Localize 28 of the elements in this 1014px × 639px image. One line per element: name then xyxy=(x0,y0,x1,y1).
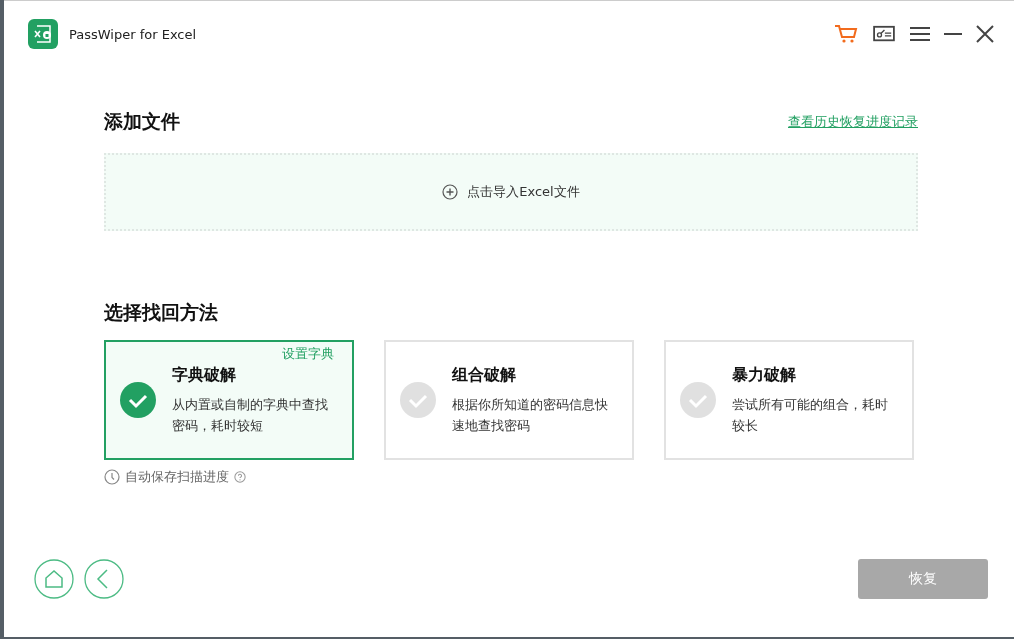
check-circle-icon xyxy=(400,382,436,418)
help-icon[interactable] xyxy=(234,471,246,483)
close-icon[interactable] xyxy=(976,25,994,43)
import-label: 点击导入Excel文件 xyxy=(467,183,580,201)
method-title: 字典破解 xyxy=(172,364,237,386)
minimize-icon[interactable] xyxy=(944,32,962,36)
check-circle-icon xyxy=(680,382,716,418)
cart-icon[interactable] xyxy=(834,24,858,44)
method-card[interactable]: 暴力破解 尝试所有可能的组合，耗时较长 xyxy=(664,340,914,460)
file-drop-zone[interactable]: 点击导入Excel文件 xyxy=(104,153,918,231)
method-card[interactable]: 字典破解 从内置或自制的字典中查找密码，耗时较短 设置字典 xyxy=(104,340,354,460)
app-logo-icon xyxy=(28,19,58,49)
method-card[interactable]: 组合破解 根据你所知道的密码信息快速地查找密码 xyxy=(384,340,634,460)
clock-icon xyxy=(104,469,120,485)
menu-icon[interactable] xyxy=(910,26,930,42)
license-card-icon[interactable] xyxy=(872,25,896,43)
method-title: 暴力破解 xyxy=(732,364,797,386)
method-title: 组合破解 xyxy=(452,364,517,386)
autosave-note: 自动保存扫描进度 xyxy=(125,468,229,486)
window-title: PassWiper for Excel xyxy=(69,26,197,42)
check-circle-icon xyxy=(120,382,156,418)
section-heading: 添加文件 xyxy=(104,109,180,134)
add-circle-icon xyxy=(442,184,459,200)
section-heading: 选择找回方法 xyxy=(104,300,218,325)
method-description: 根据你所知道的密码信息快速地查找密码 xyxy=(452,395,609,435)
method-description: 从内置或自制的字典中查找密码，耗时较短 xyxy=(172,395,329,435)
history-link[interactable]: 查看历史恢复进度记录 xyxy=(788,113,918,131)
method-description: 尝试所有可能的组合，耗时较长 xyxy=(732,395,889,435)
